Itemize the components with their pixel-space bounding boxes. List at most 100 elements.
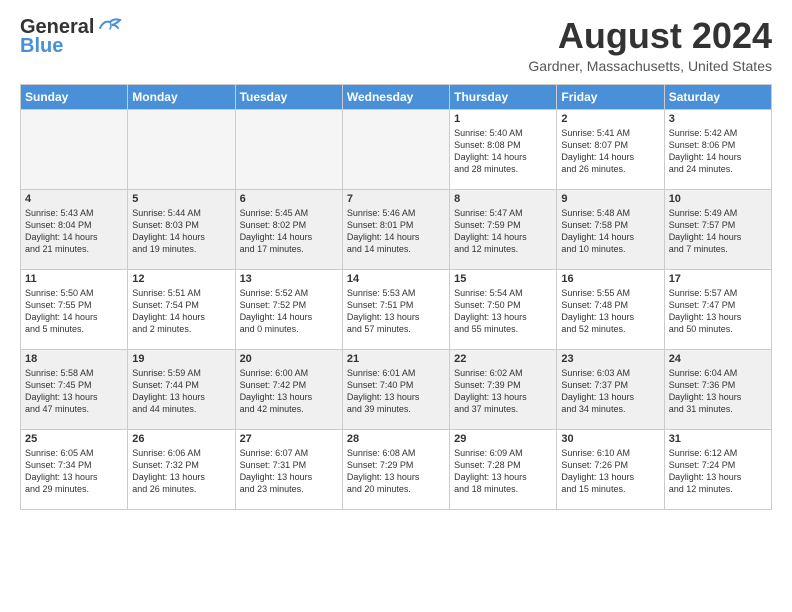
table-row: 8Sunrise: 5:47 AM Sunset: 7:59 PM Daylig…: [450, 189, 557, 269]
day-info: Sunrise: 6:02 AM Sunset: 7:39 PM Dayligh…: [454, 367, 552, 416]
day-info: Sunrise: 5:57 AM Sunset: 7:47 PM Dayligh…: [669, 287, 767, 336]
day-info: Sunrise: 5:41 AM Sunset: 8:07 PM Dayligh…: [561, 127, 659, 176]
day-info: Sunrise: 6:08 AM Sunset: 7:29 PM Dayligh…: [347, 447, 445, 496]
table-row: 14 Sunrise: 5:53 AM Sunset: 7:51 PM Dayli…: [342, 269, 449, 349]
day-info: Sunrise: 6:05 AM Sunset: 7:34 PM Dayligh…: [25, 447, 123, 496]
day-number: 27: [240, 433, 338, 445]
table-row: 5Sunrise: 5:44 AM Sunset: 8:03 PM Daylig…: [128, 189, 235, 269]
day-number: 22: [454, 353, 552, 365]
table-row: 10Sunrise: 5:49 AM Sunset: 7:57 PM Dayli…: [664, 189, 771, 269]
table-row: 18 Sunrise: 5:58 AM Sunset: 7:45 PM Dayli…: [21, 349, 128, 429]
header-monday: Monday: [128, 84, 235, 109]
table-row: 30 Sunrise: 6:10 AM Sunset: 7:26 PM Dayli…: [557, 429, 664, 509]
month-year-title: August 2024: [528, 16, 772, 56]
header-saturday: Saturday: [664, 84, 771, 109]
table-row: 12Sunrise: 5:51 AM Sunset: 7:54 PM Dayli…: [128, 269, 235, 349]
table-row: 7Sunrise: 5:46 AM Sunset: 8:01 PM Daylig…: [342, 189, 449, 269]
day-number: 26: [132, 433, 230, 445]
day-number: 4: [25, 193, 123, 205]
table-row: 2 Sunrise: 5:41 AM Sunset: 8:07 PM Daylig…: [557, 109, 664, 189]
day-number: 1: [454, 113, 552, 125]
day-info: Sunrise: 5:42 AM Sunset: 8:06 PM Dayligh…: [669, 127, 767, 176]
day-number: 20: [240, 353, 338, 365]
calendar-week-row: 1 Sunrise: 5:40 AM Sunset: 8:08 PM Daylig…: [21, 109, 772, 189]
day-number: 21: [347, 353, 445, 365]
day-info: Sunrise: 5:43 AM Sunset: 8:04 PM Dayligh…: [25, 207, 123, 256]
calendar-week-row: 11 Sunrise: 5:50 AM Sunset: 7:55 PM Dayli…: [21, 269, 772, 349]
table-row: 24Sunrise: 6:04 AM Sunset: 7:36 PM Dayli…: [664, 349, 771, 429]
day-number: 29: [454, 433, 552, 445]
day-number: 3: [669, 113, 767, 125]
day-info: Sunrise: 6:03 AM Sunset: 7:37 PM Dayligh…: [561, 367, 659, 416]
calendar-week-row: 4 Sunrise: 5:43 AM Sunset: 8:04 PM Daylig…: [21, 189, 772, 269]
day-number: 17: [669, 273, 767, 285]
table-row: 4 Sunrise: 5:43 AM Sunset: 8:04 PM Daylig…: [21, 189, 128, 269]
day-number: 23: [561, 353, 659, 365]
day-info: Sunrise: 5:44 AM Sunset: 8:03 PM Dayligh…: [132, 207, 230, 256]
day-info: Sunrise: 5:45 AM Sunset: 8:02 PM Dayligh…: [240, 207, 338, 256]
header-friday: Friday: [557, 84, 664, 109]
logo-blue-text: Blue: [20, 35, 63, 58]
day-info: Sunrise: 5:52 AM Sunset: 7:52 PM Dayligh…: [240, 287, 338, 336]
day-info: Sunrise: 5:54 AM Sunset: 7:50 PM Dayligh…: [454, 287, 552, 336]
day-info: Sunrise: 6:04 AM Sunset: 7:36 PM Dayligh…: [669, 367, 767, 416]
day-number: 30: [561, 433, 659, 445]
table-row: [128, 109, 235, 189]
day-info: Sunrise: 6:07 AM Sunset: 7:31 PM Dayligh…: [240, 447, 338, 496]
table-row: 17 Sunrise: 5:57 AM Sunset: 7:47 PM Dayli…: [664, 269, 771, 349]
title-block: August 2024 Gardner, Massachusetts, Unit…: [528, 16, 772, 74]
day-number: 9: [561, 193, 659, 205]
table-row: 16Sunrise: 5:55 AM Sunset: 7:48 PM Dayli…: [557, 269, 664, 349]
day-info: Sunrise: 6:01 AM Sunset: 7:40 PM Dayligh…: [347, 367, 445, 416]
day-number: 14: [347, 273, 445, 285]
table-row: 29 Sunrise: 6:09 AM Sunset: 7:28 PM Dayli…: [450, 429, 557, 509]
page-container: General Blue August 2024 Gardner, Massac…: [0, 0, 792, 520]
table-row: 28 Sunrise: 6:08 AM Sunset: 7:29 PM Dayli…: [342, 429, 449, 509]
day-info: Sunrise: 5:58 AM Sunset: 7:45 PM Dayligh…: [25, 367, 123, 416]
table-row: 22 Sunrise: 6:02 AM Sunset: 7:39 PM Dayli…: [450, 349, 557, 429]
calendar-week-row: 18 Sunrise: 5:58 AM Sunset: 7:45 PM Dayli…: [21, 349, 772, 429]
logo: General Blue: [20, 16, 124, 58]
day-number: 12: [132, 273, 230, 285]
table-row: 23 Sunrise: 6:03 AM Sunset: 7:37 PM Dayli…: [557, 349, 664, 429]
table-row: [235, 109, 342, 189]
day-info: Sunrise: 5:47 AM Sunset: 7:59 PM Dayligh…: [454, 207, 552, 256]
day-number: 25: [25, 433, 123, 445]
table-row: 3 Sunrise: 5:42 AM Sunset: 8:06 PM Daylig…: [664, 109, 771, 189]
location-subtitle: Gardner, Massachusetts, United States: [528, 58, 772, 74]
day-number: 6: [240, 193, 338, 205]
day-info: Sunrise: 5:49 AM Sunset: 7:57 PM Dayligh…: [669, 207, 767, 256]
page-header: General Blue August 2024 Gardner, Massac…: [20, 16, 772, 74]
day-number: 11: [25, 273, 123, 285]
day-info: Sunrise: 5:50 AM Sunset: 7:55 PM Dayligh…: [25, 287, 123, 336]
day-number: 15: [454, 273, 552, 285]
day-number: 19: [132, 353, 230, 365]
day-number: 2: [561, 113, 659, 125]
day-info: Sunrise: 5:53 AM Sunset: 7:51 PM Dayligh…: [347, 287, 445, 336]
day-number: 18: [25, 353, 123, 365]
calendar-week-row: 25 Sunrise: 6:05 AM Sunset: 7:34 PM Dayli…: [21, 429, 772, 509]
day-info: Sunrise: 5:40 AM Sunset: 8:08 PM Dayligh…: [454, 127, 552, 176]
day-number: 13: [240, 273, 338, 285]
day-info: Sunrise: 6:00 AM Sunset: 7:42 PM Dayligh…: [240, 367, 338, 416]
table-row: 21 Sunrise: 6:01 AM Sunset: 7:40 PM Dayli…: [342, 349, 449, 429]
day-number: 28: [347, 433, 445, 445]
table-row: 13 Sunrise: 5:52 AM Sunset: 7:52 PM Dayli…: [235, 269, 342, 349]
logo-bird-icon: [96, 16, 124, 34]
table-row: 25 Sunrise: 6:05 AM Sunset: 7:34 PM Dayli…: [21, 429, 128, 509]
day-info: Sunrise: 6:10 AM Sunset: 7:26 PM Dayligh…: [561, 447, 659, 496]
table-row: 20 Sunrise: 6:00 AM Sunset: 7:42 PM Dayli…: [235, 349, 342, 429]
day-info: Sunrise: 5:46 AM Sunset: 8:01 PM Dayligh…: [347, 207, 445, 256]
table-row: [342, 109, 449, 189]
table-row: 19 Sunrise: 5:59 AM Sunset: 7:44 PM Dayli…: [128, 349, 235, 429]
day-info: Sunrise: 6:12 AM Sunset: 7:24 PM Dayligh…: [669, 447, 767, 496]
table-row: 9 Sunrise: 5:48 AM Sunset: 7:58 PM Daylig…: [557, 189, 664, 269]
day-info: Sunrise: 6:09 AM Sunset: 7:28 PM Dayligh…: [454, 447, 552, 496]
day-info: Sunrise: 5:59 AM Sunset: 7:44 PM Dayligh…: [132, 367, 230, 416]
header-tuesday: Tuesday: [235, 84, 342, 109]
header-thursday: Thursday: [450, 84, 557, 109]
table-row: [21, 109, 128, 189]
table-row: 15 Sunrise: 5:54 AM Sunset: 7:50 PM Dayli…: [450, 269, 557, 349]
day-info: Sunrise: 5:48 AM Sunset: 7:58 PM Dayligh…: [561, 207, 659, 256]
calendar-header-row: Sunday Monday Tuesday Wednesday Thursday…: [21, 84, 772, 109]
